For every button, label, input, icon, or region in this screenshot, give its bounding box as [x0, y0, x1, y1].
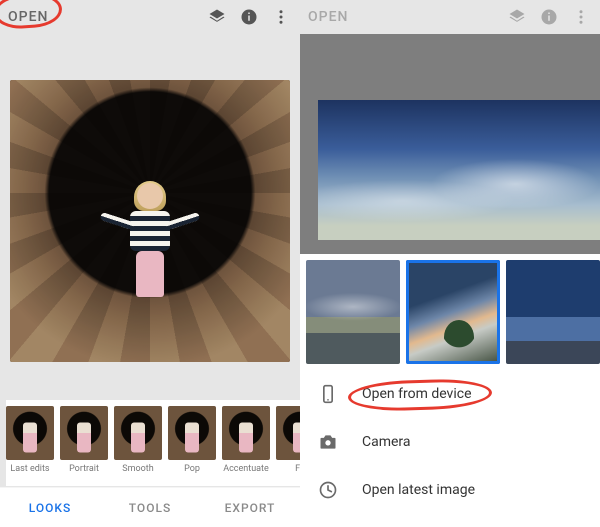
filter-label: Portrait	[60, 464, 108, 474]
layers-icon	[506, 6, 528, 28]
open-latest-item[interactable]: Open latest image	[300, 466, 600, 514]
recent-thumb-3[interactable]	[506, 260, 600, 364]
filter-last-edits[interactable]: Last edits	[6, 406, 54, 486]
topbar-right: OPEN	[300, 0, 600, 34]
filter-thumb	[222, 406, 270, 460]
tab-export[interactable]: EXPORT	[200, 488, 300, 527]
filter-thumb	[168, 406, 216, 460]
info-icon	[538, 6, 560, 28]
filter-thumb	[114, 406, 162, 460]
open-button[interactable]: OPEN	[8, 9, 48, 25]
open-bottom-sheet: Open from device Camera Open latest imag…	[300, 254, 600, 527]
recent-images-row[interactable]	[300, 254, 600, 370]
more-vert-icon[interactable]	[270, 6, 292, 28]
info-icon[interactable]	[238, 6, 260, 28]
looks-filter-strip[interactable]: Last edits Portrait Smooth Pop Accentuat…	[6, 400, 300, 486]
filter-label: Smooth	[114, 464, 162, 474]
open-from-device-item[interactable]: Open from device	[300, 370, 600, 418]
filter-label: Fa	[276, 464, 300, 474]
filter-thumb	[6, 406, 54, 460]
open-latest-label: Open latest image	[362, 482, 475, 498]
filter-label: Last edits	[6, 464, 54, 474]
recent-thumb-1[interactable]	[306, 260, 400, 364]
open-from-device-label: Open from device	[362, 386, 472, 402]
photo-child-subject	[120, 183, 180, 303]
bottom-tabs: LOOKS TOOLS EXPORT	[0, 487, 300, 527]
filter-thumb	[60, 406, 108, 460]
more-vert-icon	[570, 6, 592, 28]
filter-thumb	[276, 406, 300, 460]
clock-icon	[316, 478, 340, 502]
camera-item[interactable]: Camera	[300, 418, 600, 466]
filter-portrait[interactable]: Portrait	[60, 406, 108, 486]
filter-label: Accentuate	[222, 464, 270, 474]
tab-tools[interactable]: TOOLS	[100, 488, 200, 527]
tab-looks[interactable]: LOOKS	[0, 488, 100, 527]
filter-label: Pop	[168, 464, 216, 474]
filter-faded-partial[interactable]: Fa	[276, 406, 300, 486]
filter-smooth[interactable]: Smooth	[114, 406, 162, 486]
open-button-dimmed: OPEN	[308, 9, 348, 25]
camera-label: Camera	[362, 434, 411, 450]
camera-icon	[316, 430, 340, 454]
phone-icon	[316, 382, 340, 406]
filter-accentuate[interactable]: Accentuate	[222, 406, 270, 486]
recent-thumb-2-selected[interactable]	[406, 260, 500, 364]
background-image-preview	[318, 100, 600, 240]
filter-pop[interactable]: Pop	[168, 406, 216, 486]
topbar-left: OPEN	[0, 0, 300, 34]
image-canvas[interactable]	[10, 80, 290, 362]
screen-editor: OPEN	[0, 0, 300, 527]
layers-icon[interactable]	[206, 6, 228, 28]
screen-open-sheet: OPEN Open from devic	[300, 0, 600, 527]
